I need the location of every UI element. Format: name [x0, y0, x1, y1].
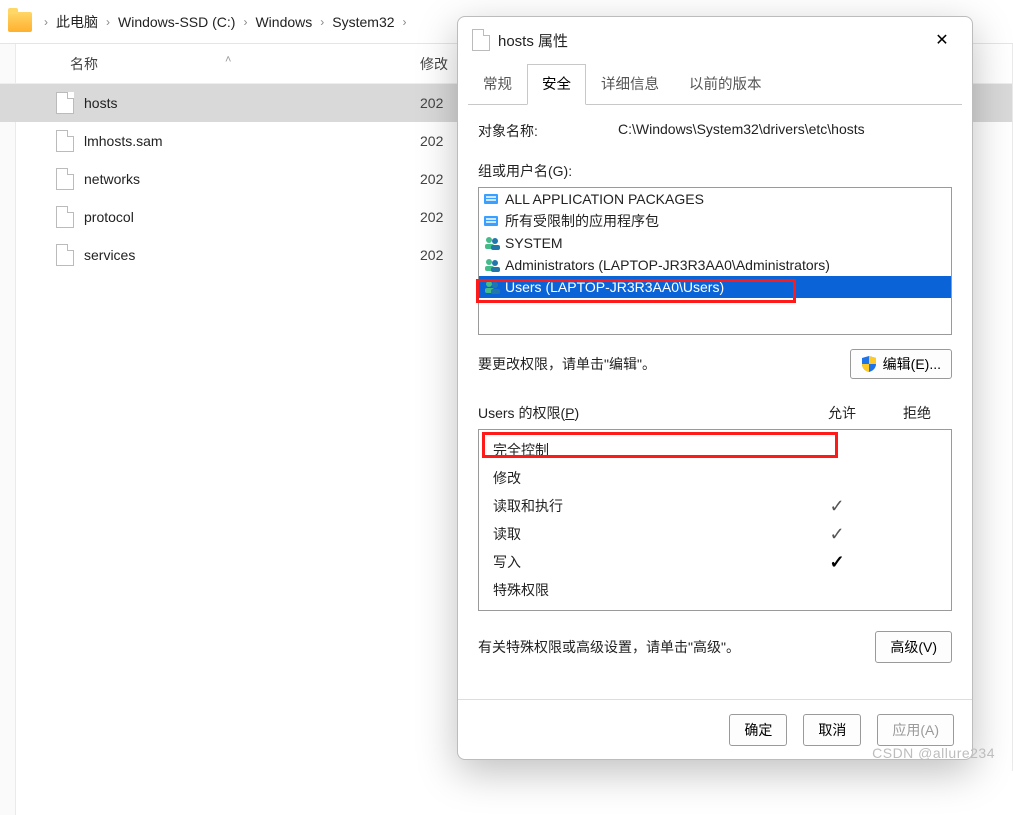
- permission-row: 写入 ✓: [479, 548, 951, 576]
- file-icon: [56, 206, 74, 228]
- check-icon: ✓: [829, 524, 844, 544]
- breadcrumb-item[interactable]: Windows-SSD (C:): [116, 12, 237, 32]
- check-icon: ✓: [829, 496, 844, 516]
- dialog-body: 对象名称: C:\Windows\System32\drivers\etc\ho…: [458, 105, 972, 699]
- group-label: 所有受限制的应用程序包: [505, 211, 659, 231]
- package-icon: [483, 191, 501, 207]
- permissions-label: Users 的权限(P): [478, 403, 802, 423]
- permission-name: 特殊权限: [493, 580, 797, 600]
- close-button[interactable]: ✕: [926, 24, 958, 56]
- groups-label: 组或用户名(G):: [478, 161, 952, 181]
- permission-name: 读取: [493, 524, 797, 544]
- watermark: CSDN @allure234: [872, 745, 995, 761]
- permission-row: 完全控制: [479, 436, 951, 464]
- permission-allow: ✓: [797, 524, 877, 545]
- file-name: hosts: [84, 95, 354, 111]
- permission-row: 修改: [479, 464, 951, 492]
- permission-allow: ✓: [797, 496, 877, 517]
- group-item[interactable]: Users (LAPTOP-JR3R3AA0\Users): [479, 276, 951, 298]
- object-name-value: C:\Windows\System32\drivers\etc\hosts: [618, 121, 865, 141]
- cancel-button[interactable]: 取消: [803, 714, 861, 746]
- permissions-header: Users 的权限(P) 允许 拒绝: [478, 403, 952, 423]
- file-name: networks: [84, 171, 354, 187]
- file-name: lmhosts.sam: [84, 133, 354, 149]
- breadcrumb-item[interactable]: System32: [330, 12, 396, 32]
- file-icon: [472, 29, 490, 51]
- file-date: 202: [420, 171, 443, 187]
- dialog-titlebar[interactable]: hosts 属性 ✕: [458, 17, 972, 63]
- group-label: SYSTEM: [505, 235, 563, 251]
- permissions-list: 完全控制修改读取和执行 ✓ 读取 ✓ 写入 ✓ 特殊权限: [478, 429, 952, 611]
- tab-general[interactable]: 常规: [468, 64, 527, 105]
- file-date: 202: [420, 95, 443, 111]
- chevron-right-icon: ›: [314, 15, 330, 29]
- permission-name: 写入: [493, 552, 797, 572]
- advanced-button[interactable]: 高级(V): [875, 631, 952, 663]
- users-icon: [483, 257, 501, 273]
- group-item[interactable]: ALL APPLICATION PACKAGES: [479, 188, 951, 210]
- file-name: protocol: [84, 209, 354, 225]
- group-item[interactable]: 所有受限制的应用程序包: [479, 210, 951, 232]
- users-icon: [483, 279, 501, 295]
- breadcrumb-item[interactable]: 此电脑: [54, 10, 100, 34]
- ok-button[interactable]: 确定: [729, 714, 787, 746]
- tab-previous-versions[interactable]: 以前的版本: [674, 64, 777, 105]
- permission-row: 读取 ✓: [479, 520, 951, 548]
- chevron-right-icon: ›: [38, 15, 54, 29]
- advanced-hint: 有关特殊权限或高级设置，请单击"高级"。: [478, 637, 875, 657]
- permission-name: 读取和执行: [493, 496, 797, 516]
- file-name: services: [84, 247, 354, 263]
- uac-shield-icon: [861, 356, 877, 372]
- file-date: 202: [420, 247, 443, 263]
- file-icon: [56, 92, 74, 114]
- chevron-right-icon: ›: [100, 15, 116, 29]
- group-label: ALL APPLICATION PACKAGES: [505, 191, 704, 207]
- permission-name: 完全控制: [493, 440, 797, 460]
- file-icon: [56, 244, 74, 266]
- permission-row: 特殊权限: [479, 576, 951, 604]
- file-icon: [56, 168, 74, 190]
- allow-header: 允许: [802, 403, 882, 423]
- permission-row: 读取和执行 ✓: [479, 492, 951, 520]
- sort-indicator-icon: ˄: [225, 54, 231, 66]
- group-label: Users (LAPTOP-JR3R3AA0\Users): [505, 279, 724, 295]
- col-name[interactable]: 名称: [70, 54, 340, 74]
- group-item[interactable]: Administrators (LAPTOP-JR3R3AA0\Administ…: [479, 254, 951, 276]
- edit-hint: 要更改权限，请单击"编辑"。: [478, 354, 850, 374]
- file-date: 202: [420, 133, 443, 149]
- breadcrumb-item[interactable]: Windows: [253, 12, 314, 32]
- package-icon: [483, 213, 501, 229]
- group-item[interactable]: SYSTEM: [479, 232, 951, 254]
- properties-dialog: hosts 属性 ✕ 常规 安全 详细信息 以前的版本 对象名称: C:\Win…: [457, 16, 973, 760]
- permission-name: 修改: [493, 468, 797, 488]
- chevron-right-icon: ›: [237, 15, 253, 29]
- folder-icon: [8, 12, 32, 32]
- col-modified[interactable]: 修改: [420, 54, 448, 74]
- file-icon: [56, 130, 74, 152]
- dialog-title: hosts 属性: [498, 30, 568, 51]
- object-name-label: 对象名称:: [478, 121, 618, 141]
- deny-header: 拒绝: [882, 403, 952, 423]
- tab-details[interactable]: 详细信息: [586, 64, 674, 105]
- chevron-right-icon: ›: [397, 15, 413, 29]
- check-icon: ✓: [829, 552, 844, 572]
- users-icon: [483, 235, 501, 251]
- file-date: 202: [420, 209, 443, 225]
- group-user-list[interactable]: ALL APPLICATION PACKAGES 所有受限制的应用程序包 SYSTE…: [478, 187, 952, 335]
- edit-button[interactable]: 编辑(E)...: [850, 349, 952, 379]
- tab-security[interactable]: 安全: [527, 64, 586, 105]
- tab-strip: 常规 安全 详细信息 以前的版本: [458, 63, 972, 104]
- permission-allow: ✓: [797, 552, 877, 573]
- apply-button[interactable]: 应用(A): [877, 714, 954, 746]
- group-label: Administrators (LAPTOP-JR3R3AA0\Administ…: [505, 257, 830, 273]
